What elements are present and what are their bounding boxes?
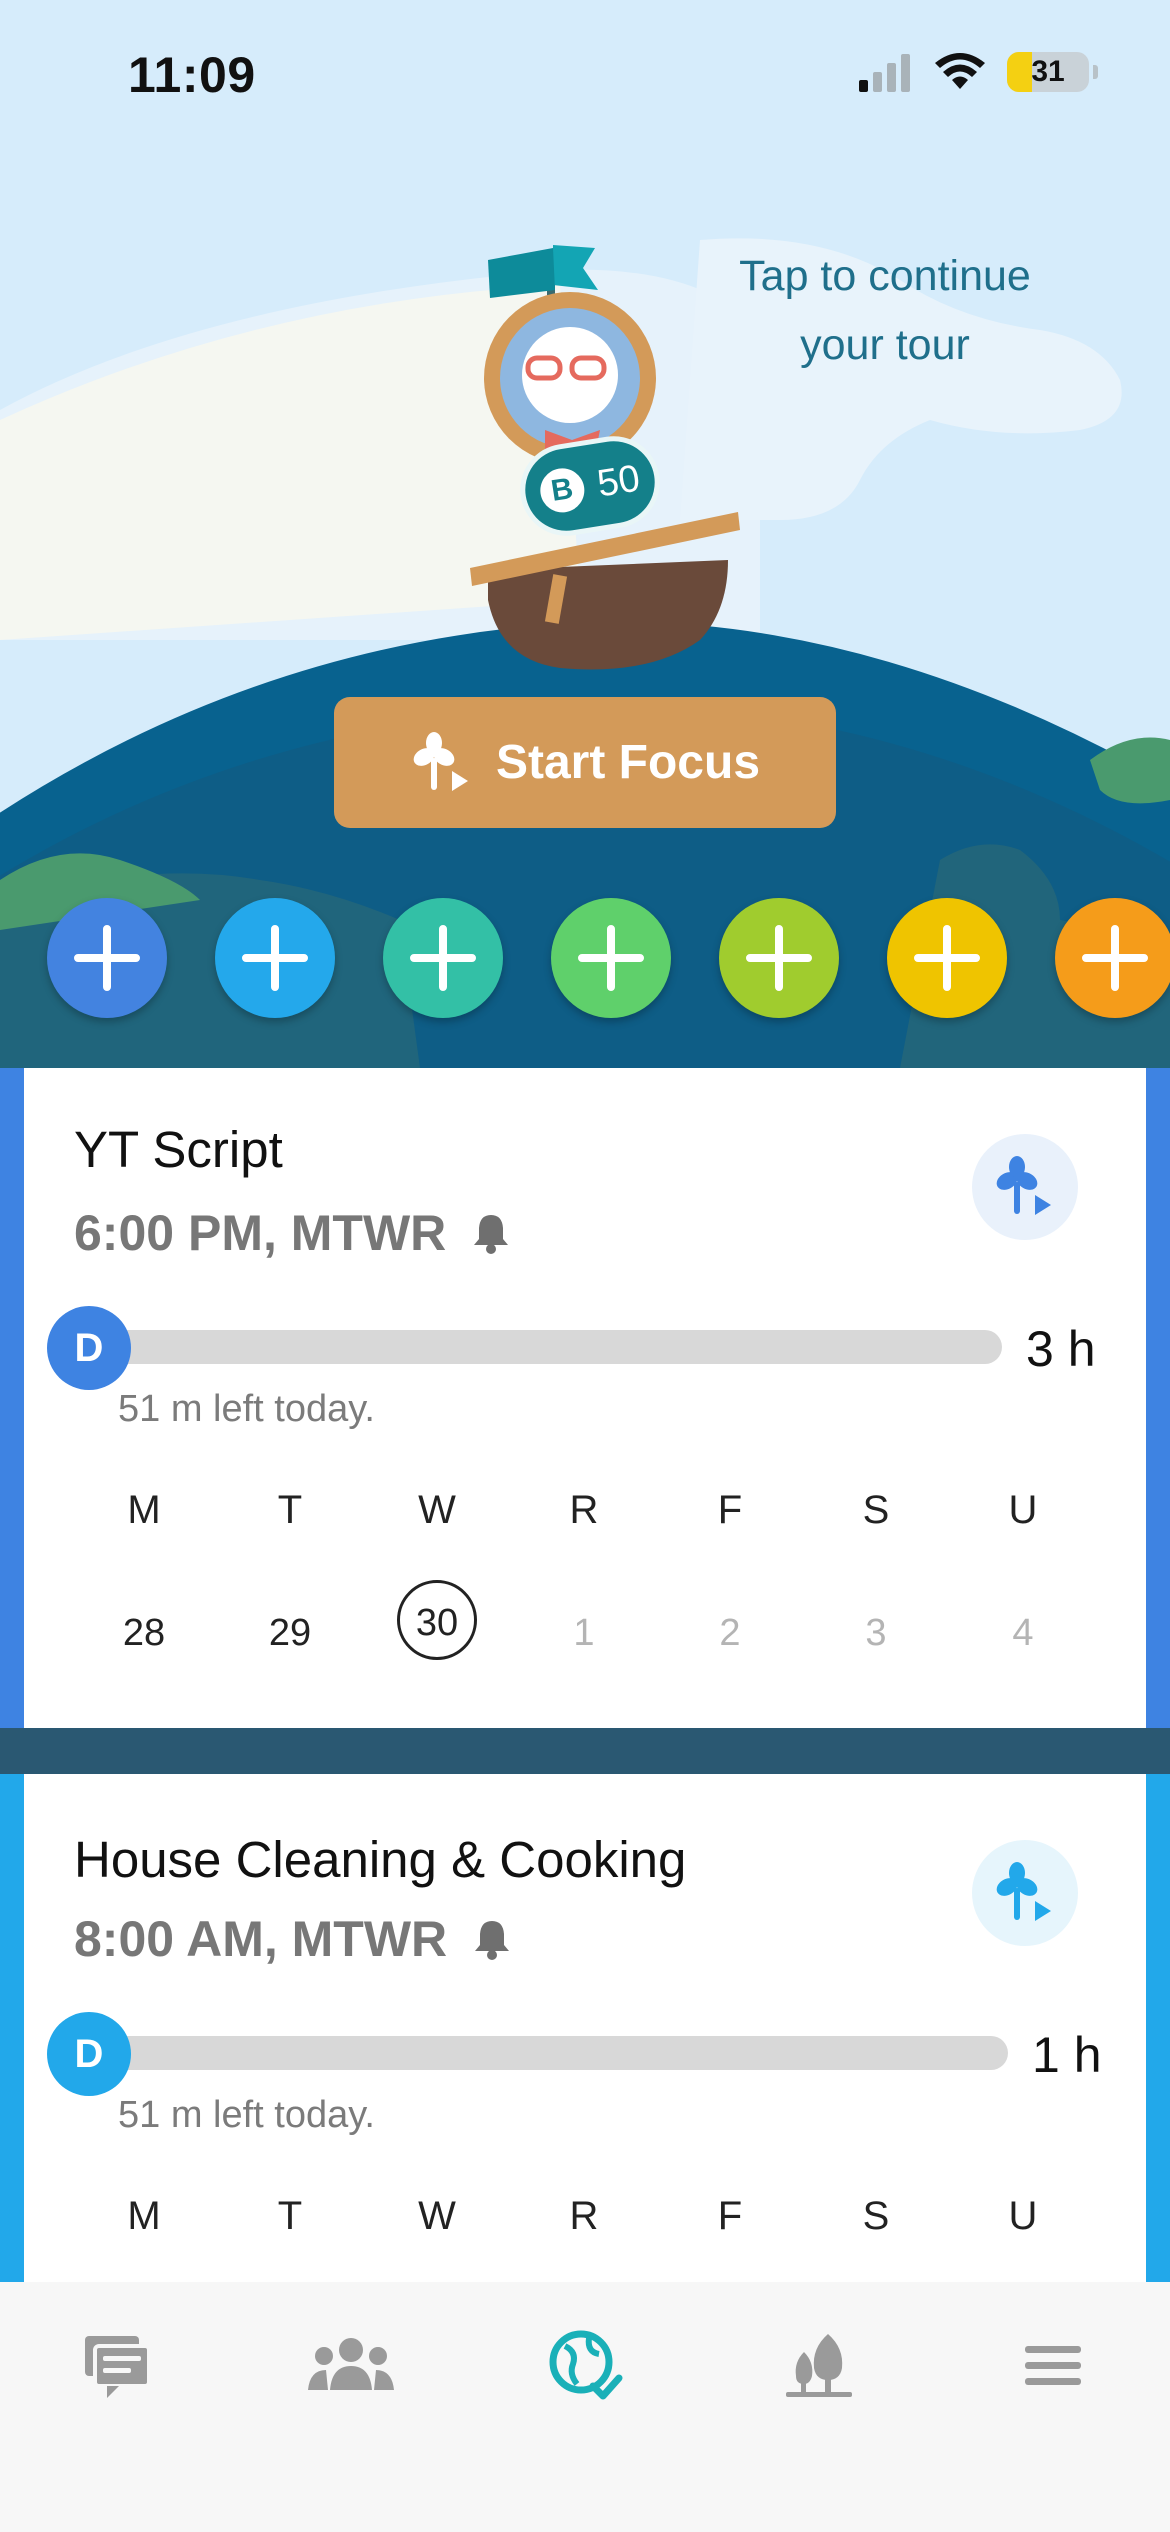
task-card[interactable]: YT Script 6:00 PM, MTWR D 3 h 51 m left … — [0, 1068, 1170, 1728]
add-tag-button[interactable] — [719, 898, 839, 1018]
weekday-label: R — [569, 2194, 599, 2238]
tab-friends[interactable] — [296, 2324, 406, 2408]
friends-icon — [308, 2338, 394, 2390]
bottom-tab-bar — [0, 2282, 1170, 2532]
chat-icon — [85, 2336, 151, 2398]
task-card-accent — [1146, 1774, 1170, 2282]
tour-hint-line2: your tour — [800, 321, 970, 369]
task-owner-avatar: D — [47, 1306, 131, 1390]
bell-icon[interactable] — [473, 1918, 511, 1960]
task-daily-goal: 1 h — [1032, 2027, 1102, 2083]
task-owner-avatar: D — [47, 2012, 131, 2096]
add-tag-button[interactable] — [887, 898, 1007, 1018]
plus-icon — [74, 925, 140, 991]
plus-icon — [410, 925, 476, 991]
tour-hint-line1: Tap to continue — [739, 252, 1031, 300]
tab-forest[interactable] — [764, 2324, 874, 2408]
plus-icon — [1082, 925, 1148, 991]
menu-icon — [1025, 2346, 1081, 2385]
continue-tour-hint[interactable]: Tap to continue your tour — [700, 242, 1070, 380]
battery-level-text: 31 — [1031, 55, 1065, 88]
date-cell-today[interactable]: 30 — [397, 1580, 477, 1660]
coin-icon: B — [537, 465, 588, 516]
add-tag-button[interactable] — [47, 898, 167, 1018]
sprout-play-icon — [996, 1156, 1051, 1215]
task-title: YT Script — [74, 1121, 283, 1178]
task-card[interactable]: House Cleaning & Cooking 8:00 AM, MTWR D… — [0, 1774, 1170, 2282]
task-daily-goal: 3 h — [1026, 1321, 1096, 1377]
plus-icon — [746, 925, 812, 991]
globe-check-icon — [549, 2330, 623, 2400]
task-schedule-text: 6:00 PM, MTWR — [74, 1205, 447, 1261]
task-card-accent — [0, 1774, 24, 2282]
task-remaining: 51 m left today. — [118, 1388, 375, 1430]
date-cell[interactable]: 1 — [534, 1612, 634, 1655]
task-title: House Cleaning & Cooking — [74, 1831, 687, 1888]
add-tag-row — [0, 898, 1170, 1020]
weekday-label: U — [1008, 2194, 1038, 2238]
task-remaining: 51 m left today. — [118, 2094, 375, 2136]
add-tag-button[interactable] — [215, 898, 335, 1018]
task-card-accent — [0, 1068, 24, 1728]
hero-section: 11:09 31 Tap to continue your tour B 50 — [0, 0, 1170, 1068]
date-cell[interactable]: 28 — [94, 1612, 194, 1655]
sprout-play-icon — [996, 1862, 1051, 1921]
add-tag-button[interactable] — [1055, 898, 1170, 1018]
weekday-label: F — [717, 2194, 743, 2238]
task-schedule-text: 8:00 AM, MTWR — [74, 1911, 448, 1967]
battery-indicator: 31 — [1007, 52, 1089, 92]
date-cell[interactable]: 2 — [680, 1612, 780, 1655]
sprout-play-icon — [413, 731, 468, 791]
battery-cap — [1093, 65, 1098, 79]
weekday-label: T — [277, 1488, 303, 1532]
weekday-label: S — [862, 2194, 890, 2238]
task-progress-track — [88, 2036, 1008, 2070]
wifi-icon — [935, 53, 985, 89]
tab-menu[interactable] — [998, 2324, 1108, 2408]
start-task-focus-button[interactable] — [972, 1840, 1078, 1946]
weekday-label: W — [418, 2194, 456, 2238]
weekday-label: S — [862, 1488, 890, 1532]
weekday-label: M — [127, 1488, 161, 1532]
weekday-label: U — [1008, 1488, 1038, 1532]
date-cell[interactable]: 29 — [240, 1612, 340, 1655]
tab-messages[interactable] — [62, 2324, 172, 2408]
forest-icon — [786, 2334, 852, 2397]
plus-icon — [578, 925, 644, 991]
start-focus-button[interactable]: Start Focus — [334, 697, 836, 828]
task-schedule: 8:00 AM, MTWR — [74, 1910, 511, 1968]
status-time: 11:09 — [128, 47, 256, 103]
bell-icon[interactable] — [472, 1212, 510, 1254]
add-tag-button[interactable] — [383, 898, 503, 1018]
date-cell[interactable]: 3 — [826, 1612, 926, 1655]
weekday-label: R — [569, 1488, 599, 1532]
weekday-label: W — [418, 1488, 456, 1532]
plus-icon — [914, 925, 980, 991]
status-indicators: 31 — [859, 52, 1098, 92]
coin-balance: 50 — [594, 456, 643, 506]
plus-icon — [242, 925, 308, 991]
start-task-focus-button[interactable] — [972, 1134, 1078, 1240]
task-schedule: 6:00 PM, MTWR — [74, 1204, 510, 1262]
date-cell[interactable]: 4 — [973, 1612, 1073, 1655]
weekday-label: F — [717, 1488, 743, 1532]
weekday-label: M — [127, 2194, 161, 2238]
task-card-accent — [1146, 1068, 1170, 1728]
task-progress-track — [88, 1330, 1002, 1364]
cellular-signal-icon — [859, 54, 910, 92]
tab-focus-home[interactable] — [530, 2324, 640, 2408]
start-focus-label: Start Focus — [495, 736, 761, 789]
battery-fill — [1007, 52, 1033, 92]
card-divider — [0, 1728, 1170, 1774]
weekday-label: T — [277, 2194, 303, 2238]
add-tag-button[interactable] — [551, 898, 671, 1018]
